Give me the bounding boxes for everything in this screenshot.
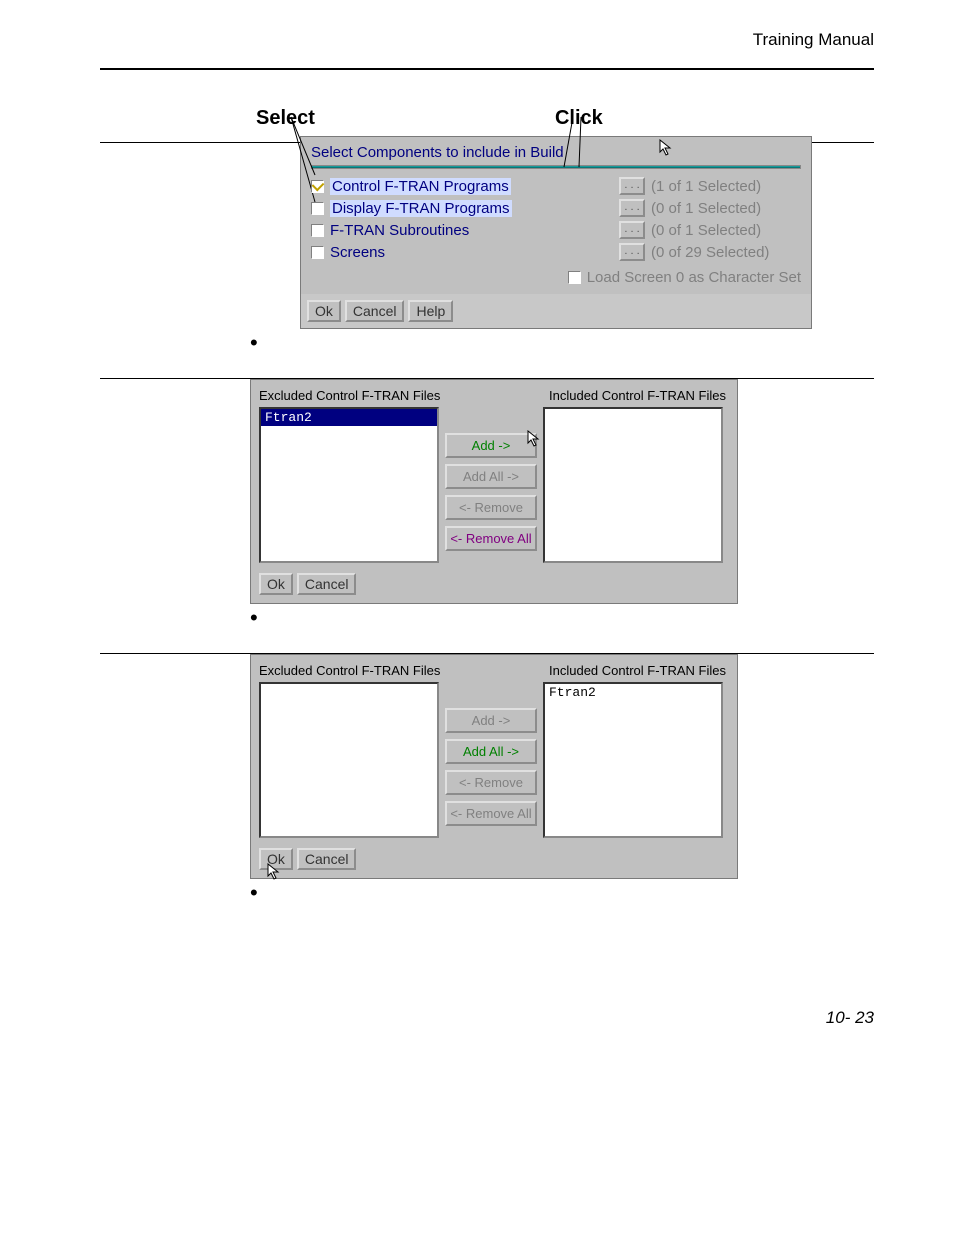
file-selection-dialog-before: Excluded Control F-TRAN Files Included C…	[250, 379, 738, 604]
checkbox-load-screen-0[interactable]	[568, 271, 581, 284]
left-margin-rule-2	[100, 378, 250, 604]
add-button[interactable]: Add ->	[445, 433, 537, 458]
excluded-listbox[interactable]: Ftran2	[259, 407, 439, 563]
row-label: F-TRAN Subroutines	[330, 222, 469, 239]
row-status: (0 of 29 Selected)	[651, 244, 801, 261]
ok-button[interactable]: Ok	[307, 300, 341, 322]
bullet: •	[250, 612, 874, 623]
row-status: (1 of 1 Selected)	[651, 178, 801, 195]
page-header: Training Manual	[100, 30, 874, 50]
remove-button[interactable]: <- Remove	[445, 495, 537, 520]
included-header: Included Control F-TRAN Files	[549, 663, 726, 678]
load-screen-label: Load Screen 0 as Character Set	[587, 269, 801, 286]
checkbox-ftran-subroutines[interactable]	[311, 224, 324, 237]
row-label: Control F-TRAN Programs	[330, 178, 511, 195]
bullet: •	[250, 337, 874, 348]
cancel-button[interactable]: Cancel	[345, 300, 405, 322]
click-heading: Click	[555, 107, 603, 130]
dialog-title: Select Components to include in Build	[301, 137, 811, 165]
ok-button[interactable]: Ok	[259, 848, 293, 870]
left-margin-rule-1	[100, 142, 250, 329]
page-number: 10- 23	[100, 1008, 874, 1028]
included-header: Included Control F-TRAN Files	[549, 388, 726, 403]
included-listbox[interactable]: Ftran2	[543, 682, 723, 838]
checkbox-control-ftran[interactable]	[311, 180, 324, 193]
file-selection-dialog-after: Excluded Control F-TRAN Files Included C…	[250, 654, 738, 879]
cancel-button[interactable]: Cancel	[297, 848, 357, 870]
remove-all-button[interactable]: <- Remove All	[445, 801, 537, 826]
bullet: •	[250, 887, 874, 898]
excluded-header: Excluded Control F-TRAN Files	[259, 388, 449, 403]
remove-button[interactable]: <- Remove	[445, 770, 537, 795]
remove-all-button[interactable]: <- Remove All	[445, 526, 537, 551]
row-label: Display F-TRAN Programs	[330, 200, 512, 217]
excluded-header: Excluded Control F-TRAN Files	[259, 663, 449, 678]
ellipsis-button[interactable]: . . .	[619, 243, 645, 261]
row-label: Screens	[330, 244, 385, 261]
header-rule	[100, 68, 874, 70]
cancel-button[interactable]: Cancel	[297, 573, 357, 595]
select-components-dialog: Select Components to include in Build Co…	[300, 136, 812, 329]
help-button[interactable]: Help	[408, 300, 453, 322]
left-margin-rule-3	[100, 653, 250, 879]
list-item[interactable]: Ftran2	[545, 684, 721, 701]
ok-button[interactable]: Ok	[259, 573, 293, 595]
included-listbox[interactable]	[543, 407, 723, 563]
ellipsis-button[interactable]: . . .	[619, 199, 645, 217]
add-all-button[interactable]: Add All ->	[445, 739, 537, 764]
list-item[interactable]: Ftran2	[261, 409, 437, 426]
checkbox-display-ftran[interactable]	[311, 202, 324, 215]
add-all-button[interactable]: Add All ->	[445, 464, 537, 489]
add-button[interactable]: Add ->	[445, 708, 537, 733]
ellipsis-button[interactable]: . . .	[619, 177, 645, 195]
row-status: (0 of 1 Selected)	[651, 200, 801, 217]
ellipsis-button[interactable]: . . .	[619, 221, 645, 239]
checkbox-screens[interactable]	[311, 246, 324, 259]
row-status: (0 of 1 Selected)	[651, 222, 801, 239]
select-heading: Select	[256, 107, 315, 130]
title-separator	[311, 165, 801, 169]
excluded-listbox[interactable]	[259, 682, 439, 838]
